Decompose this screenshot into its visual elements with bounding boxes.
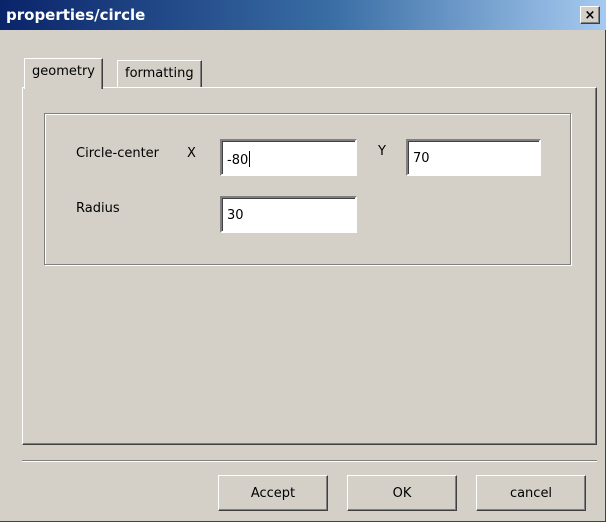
footer-separator xyxy=(22,460,597,462)
tab-formatting-label: formatting xyxy=(125,66,194,81)
tab-geometry[interactable]: geometry xyxy=(24,58,104,89)
center-x-value: -80 xyxy=(227,153,249,168)
tab-formatting[interactable]: formatting xyxy=(117,60,202,87)
title-bar[interactable]: properties/circle × xyxy=(0,0,606,30)
center-x-input[interactable]: -80 xyxy=(220,139,357,176)
radius-value: 30 xyxy=(227,208,244,223)
tab-geometry-label: geometry xyxy=(32,64,96,79)
geometry-group-box: Circle-center X -80 Y 70 Radius 30 xyxy=(44,113,571,265)
circle-center-label: Circle-center xyxy=(76,146,160,161)
center-y-value: 70 xyxy=(413,151,430,166)
center-y-input[interactable]: 70 xyxy=(406,139,541,176)
close-icon: × xyxy=(584,7,596,23)
properties-dialog: properties/circle × formatting geometry … xyxy=(0,0,606,522)
ok-button[interactable]: OK xyxy=(347,475,457,511)
window-title: properties/circle xyxy=(6,6,146,24)
geometry-tab-panel: Circle-center X -80 Y 70 Radius 30 xyxy=(22,87,597,445)
x-label: X xyxy=(187,146,196,161)
close-button[interactable]: × xyxy=(580,6,600,24)
radius-label: Radius xyxy=(76,201,120,216)
radius-input[interactable]: 30 xyxy=(220,196,357,233)
text-caret xyxy=(249,151,251,167)
cancel-button[interactable]: cancel xyxy=(476,475,586,511)
y-label: Y xyxy=(378,144,386,159)
accept-button[interactable]: Accept xyxy=(218,475,328,511)
